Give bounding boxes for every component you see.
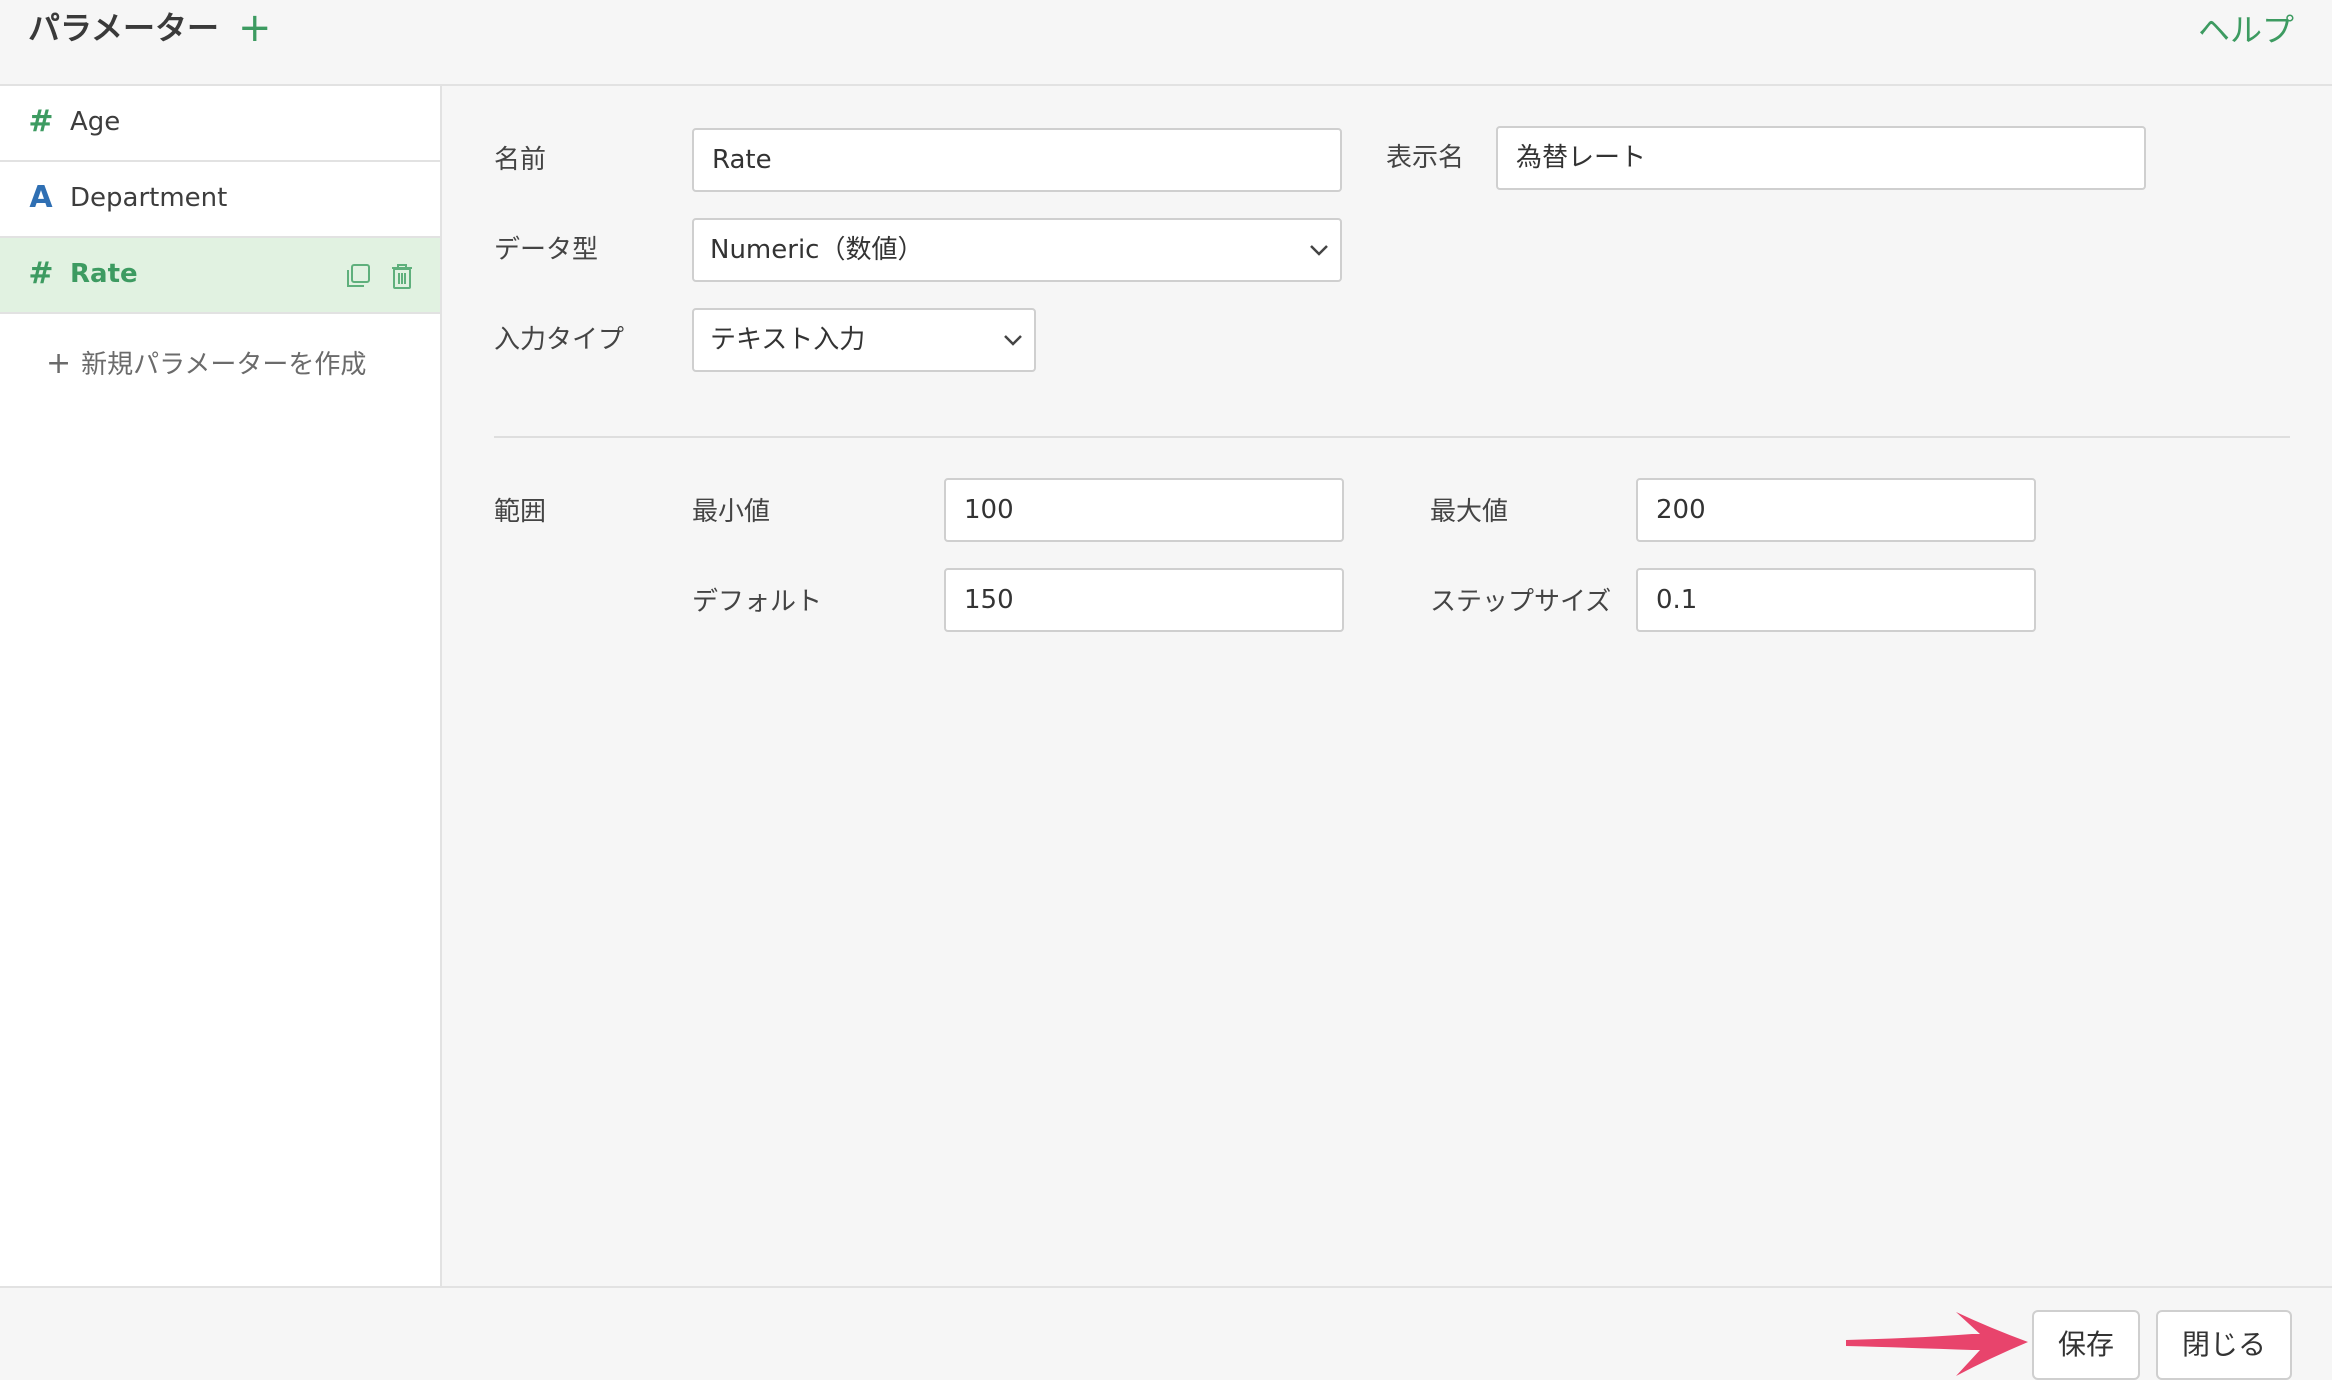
chevron-down-icon — [1004, 335, 1022, 346]
sidebar-item-label: Age — [70, 107, 121, 137]
add-parameter-button[interactable]: + — [238, 6, 272, 50]
parameter-dialog: パラメーター + ヘルプ # Age A Department # Rate +… — [0, 0, 2332, 1380]
default-label: デフォルト — [692, 587, 823, 617]
max-label: 最大値 — [1430, 497, 1509, 527]
parameter-editor: 名前 Rate 表示名 為替レート データ型 Numeric（数値） 入力タイプ… — [444, 86, 2332, 1286]
number-type-icon: # — [28, 256, 54, 291]
input-type-select[interactable]: テキスト入力 — [692, 308, 1036, 372]
sidebar-item-rate[interactable]: # Rate — [0, 238, 440, 314]
min-label: 最小値 — [692, 497, 771, 527]
sidebar-item-label: Rate — [70, 259, 138, 289]
item-actions — [344, 262, 416, 290]
number-type-icon: # — [28, 104, 54, 139]
pointer-arrow-icon — [1846, 1312, 2028, 1376]
data-type-value: Numeric（数値） — [710, 235, 924, 265]
save-button[interactable]: 保存 — [2032, 1310, 2140, 1380]
sidebar-item-age[interactable]: # Age — [0, 86, 440, 162]
step-size-label: ステップサイズ — [1430, 587, 1612, 617]
data-type-select[interactable]: Numeric（数値） — [692, 218, 1342, 282]
plus-icon: + — [46, 346, 72, 381]
duplicate-icon[interactable] — [344, 262, 372, 290]
sidebar-item-department[interactable]: A Department — [0, 162, 440, 238]
range-label: 範囲 — [494, 497, 547, 527]
create-new-parameter-label: 新規パラメーターを作成 — [81, 350, 367, 380]
name-label: 名前 — [494, 145, 547, 175]
text-type-icon: A — [29, 180, 53, 215]
input-type-label: 入力タイプ — [494, 325, 625, 355]
max-input[interactable]: 200 — [1636, 478, 2036, 542]
help-link[interactable]: ヘルプ — [2198, 8, 2294, 52]
name-input[interactable]: Rate — [692, 128, 1342, 192]
page-title: パラメーター — [28, 9, 220, 47]
header: パラメーター + ヘルプ — [0, 0, 2332, 86]
section-divider — [494, 436, 2290, 438]
min-input[interactable]: 100 — [944, 478, 1344, 542]
display-name-input[interactable]: 為替レート — [1496, 126, 2146, 190]
chevron-down-icon — [1310, 245, 1328, 256]
data-type-label: データ型 — [494, 235, 599, 265]
trash-icon[interactable] — [388, 262, 416, 290]
input-type-value: テキスト入力 — [710, 325, 866, 355]
parameter-list: # Age A Department # Rate + 新規パラメーターを作成 — [0, 86, 442, 1286]
create-new-parameter-link[interactable]: + 新規パラメーターを作成 — [46, 344, 366, 385]
default-input[interactable]: 150 — [944, 568, 1344, 632]
close-button[interactable]: 閉じる — [2156, 1310, 2292, 1380]
sidebar-item-label: Department — [70, 183, 228, 213]
step-size-input[interactable]: 0.1 — [1636, 568, 2036, 632]
display-name-label: 表示名 — [1386, 143, 1465, 173]
